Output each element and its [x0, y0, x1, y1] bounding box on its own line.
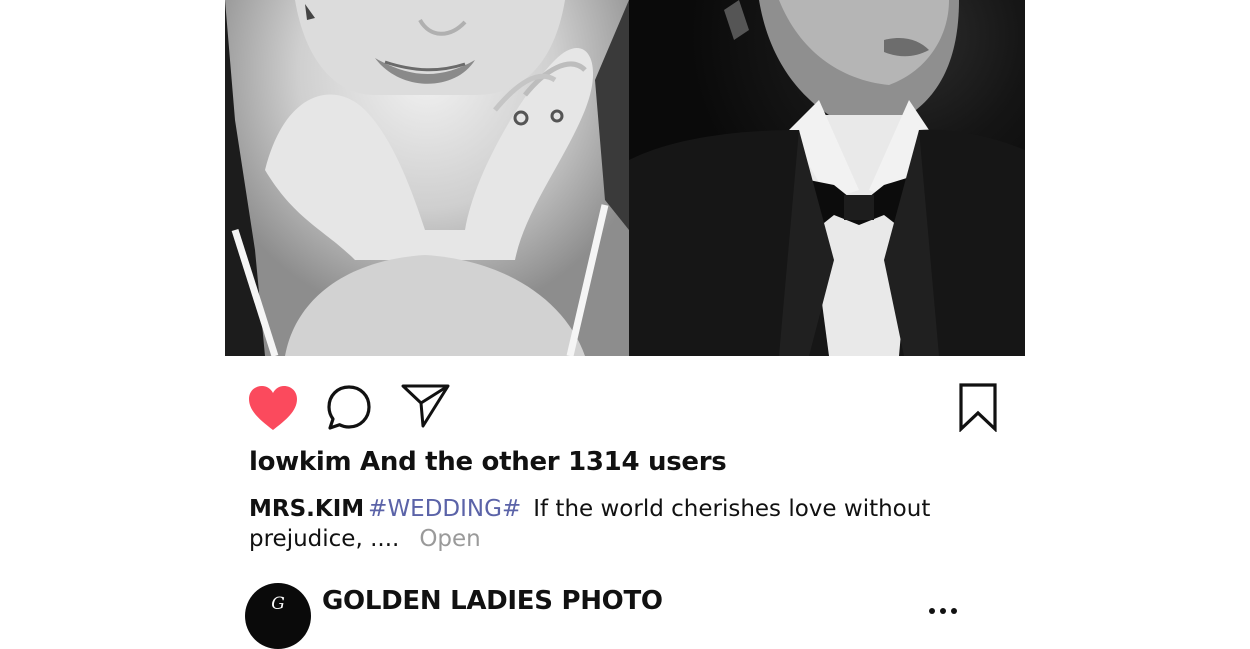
- groom-photo-illustration: [629, 0, 1025, 356]
- send-paper-plane-icon[interactable]: [401, 383, 451, 429]
- caption-open-link[interactable]: Open: [419, 526, 480, 552]
- more-dots-icon[interactable]: [925, 608, 961, 618]
- heart-icon[interactable]: [247, 384, 299, 432]
- account-name[interactable]: GOLDEN LADIES PHOTO: [322, 586, 663, 616]
- groom-photo[interactable]: [629, 0, 1025, 356]
- bride-photo[interactable]: [225, 0, 629, 356]
- instagram-post: lowkim And the other 1314 users MRS.KIM #…: [225, 0, 1025, 649]
- post-caption: MRS.KIM #WEDDING# If the world cherishes l…: [249, 494, 939, 554]
- caption-username[interactable]: MRS.KIM: [249, 496, 364, 522]
- caption-hashtag[interactable]: #WEDDING#: [368, 496, 521, 522]
- post-actions-bar: [225, 380, 1025, 436]
- likes-count[interactable]: lowkim And the other 1314 users: [249, 447, 727, 477]
- avatar-logo: G: [271, 594, 285, 614]
- bookmark-icon[interactable]: [958, 382, 998, 432]
- account-avatar[interactable]: G: [245, 583, 311, 649]
- bride-photo-illustration: [225, 0, 629, 356]
- post-photo-row[interactable]: [225, 0, 1025, 356]
- comment-bubble-icon[interactable]: [326, 384, 372, 432]
